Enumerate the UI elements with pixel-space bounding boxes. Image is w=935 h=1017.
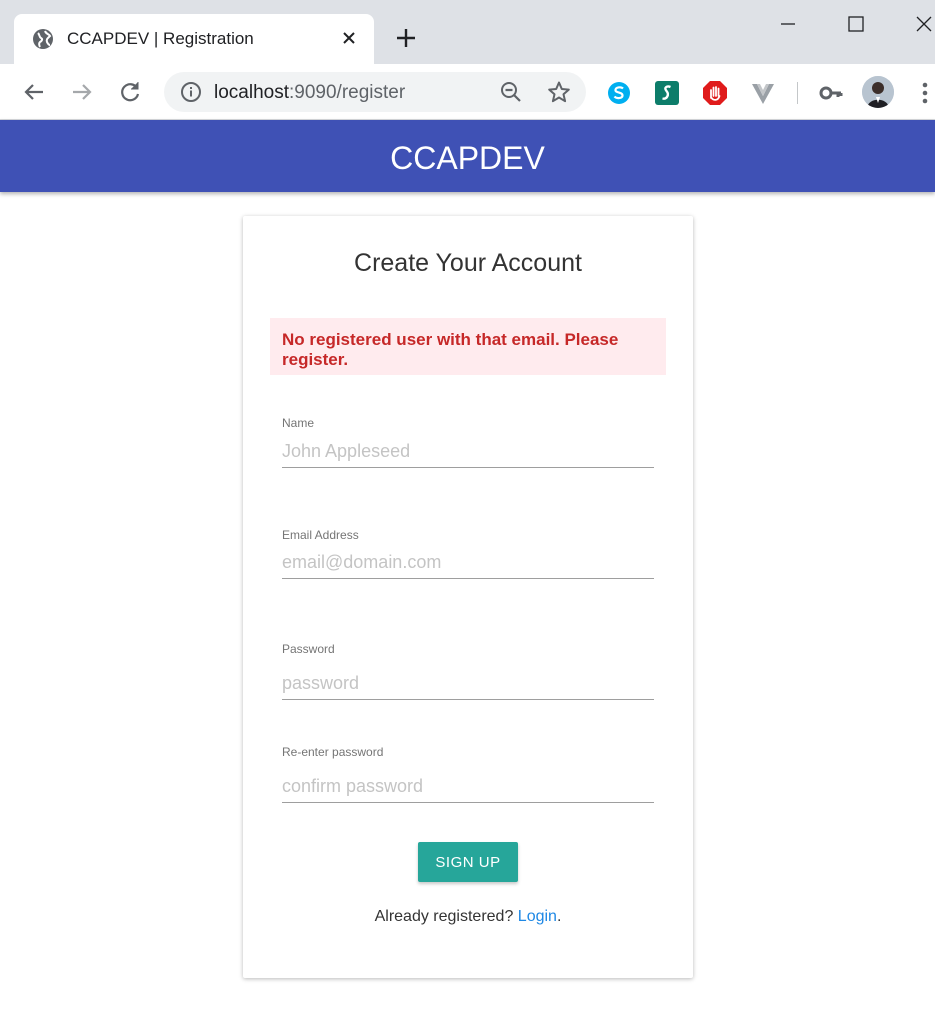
toolbar-divider xyxy=(797,82,798,104)
skype-icon[interactable] xyxy=(606,80,632,106)
browser-toolbar: localhost:9090/register xyxy=(0,64,935,120)
login-prompt-period: . xyxy=(556,908,562,925)
bookmark-star-icon[interactable] xyxy=(547,80,571,104)
email-label: Email Address xyxy=(282,528,359,542)
confirm-password-label: Re-enter password xyxy=(282,745,384,759)
globe-icon xyxy=(32,28,54,50)
app-title[interactable]: CCAPDEV xyxy=(0,140,935,177)
url-host: localhost xyxy=(214,82,289,103)
new-tab-icon[interactable] xyxy=(394,26,418,50)
login-prompt-text: Already registered? xyxy=(374,908,514,925)
name-input[interactable] xyxy=(282,436,654,468)
browser-menu-icon[interactable] xyxy=(920,80,930,106)
v-extension-icon[interactable] xyxy=(750,80,776,106)
close-tab-icon[interactable] xyxy=(338,27,360,49)
address-bar[interactable]: localhost:9090/register xyxy=(164,72,586,112)
email-input[interactable] xyxy=(282,547,654,579)
password-label: Password xyxy=(282,642,335,656)
reload-icon[interactable] xyxy=(116,78,144,106)
browser-tab-bar: CCAPDEV | Registration xyxy=(0,0,935,64)
back-arrow-icon[interactable] xyxy=(20,78,48,106)
password-input[interactable] xyxy=(282,668,654,700)
app-header: CCAPDEV xyxy=(0,120,935,192)
page-title: Create Your Account xyxy=(354,249,582,277)
url-path: :9090/register xyxy=(289,82,406,103)
forward-arrow-icon[interactable] xyxy=(68,78,96,106)
sign-up-button[interactable]: SIGN UP xyxy=(418,842,518,882)
name-label: Name xyxy=(282,416,315,430)
minimize-icon[interactable] xyxy=(774,10,802,38)
window-close-icon[interactable] xyxy=(910,10,935,38)
s-extension-icon[interactable] xyxy=(654,80,680,106)
url-text[interactable]: localhost:9090/register xyxy=(214,82,405,104)
confirm-password-input[interactable] xyxy=(282,771,654,803)
login-link[interactable]: Login xyxy=(518,908,557,925)
registration-card: Create Your Account No registered user w… xyxy=(243,216,693,978)
error-alert: No registered user with that email. Plea… xyxy=(270,318,666,375)
stop-hand-icon[interactable] xyxy=(702,80,728,106)
info-icon[interactable] xyxy=(180,81,202,103)
tab-title: CCAPDEV | Registration xyxy=(67,29,254,48)
maximize-icon[interactable] xyxy=(842,10,870,38)
avatar[interactable] xyxy=(862,76,894,108)
key-icon[interactable] xyxy=(818,80,844,106)
login-prompt: Already registered? Login. xyxy=(243,908,693,926)
zoom-out-icon[interactable] xyxy=(500,81,522,103)
browser-tab[interactable]: CCAPDEV | Registration xyxy=(14,14,374,64)
